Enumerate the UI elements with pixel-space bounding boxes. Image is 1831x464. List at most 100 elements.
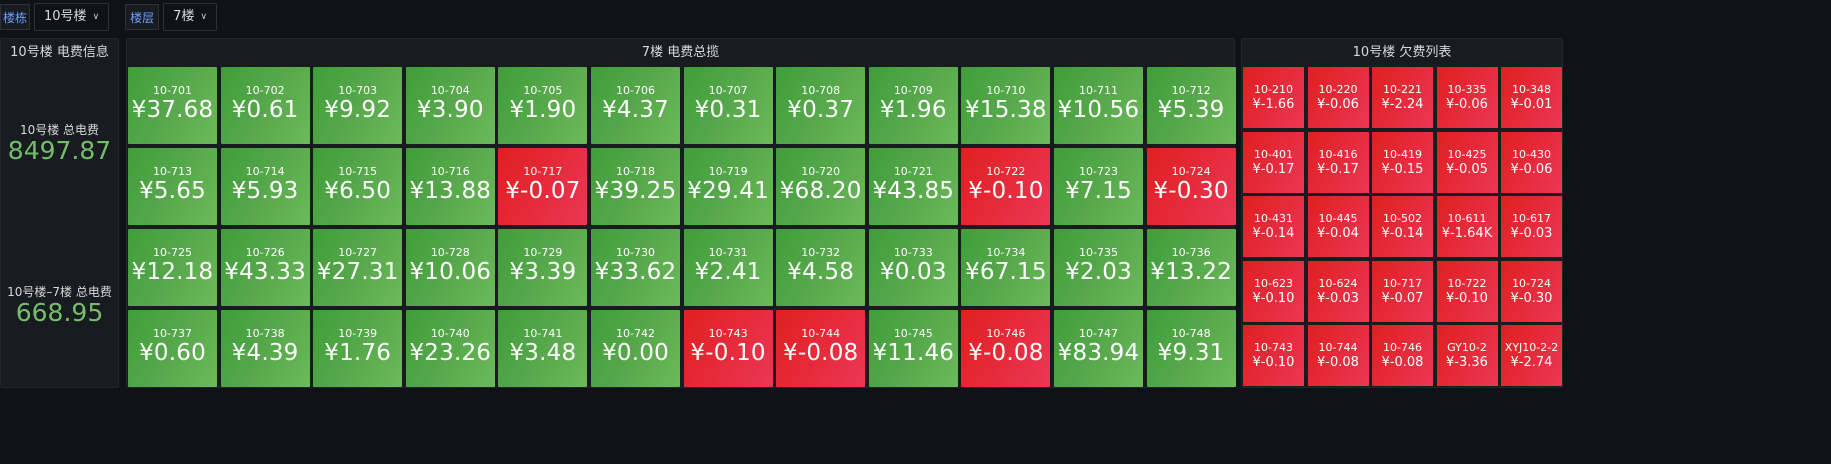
room-tile[interactable]: 10-723 ¥7.15 [1054, 148, 1143, 225]
room-tile[interactable]: 10-748 ¥9.31 [1146, 310, 1236, 387]
room-tile[interactable]: 10-725 ¥12.18 [128, 229, 217, 306]
room-number: 10-210 [1254, 83, 1293, 96]
panel-title[interactable]: 10号楼 电费信息 [1, 39, 118, 65]
room-tile[interactable]: 10-701 ¥37.68 [128, 67, 217, 144]
arrears-tile[interactable]: 10-611 ¥-1.64K [1436, 196, 1498, 257]
building-select[interactable]: 10号楼 ∨ [34, 3, 110, 31]
room-number: 10-727 [338, 246, 378, 259]
arrears-tile[interactable]: XYJ10-2-2 ¥-2.74 [1501, 325, 1562, 386]
room-balance: ¥5.39 [1157, 97, 1225, 123]
room-tile[interactable]: 10-722 ¥-0.10 [961, 148, 1051, 225]
room-tile[interactable]: 10-712 ¥5.39 [1146, 67, 1236, 144]
room-number: 10-701 [153, 84, 192, 97]
room-tile[interactable]: 10-724 ¥-0.30 [1146, 148, 1236, 225]
room-balance: ¥43.33 [224, 259, 306, 285]
room-tile[interactable]: 10-707 ¥0.31 [683, 67, 773, 144]
room-balance: ¥-0.10 [1446, 290, 1488, 306]
arrears-tile[interactable]: 10-425 ¥-0.05 [1436, 131, 1498, 193]
room-tile[interactable]: 10-747 ¥83.94 [1054, 310, 1143, 387]
room-tile[interactable]: 10-734 ¥67.15 [961, 229, 1051, 306]
room-tile[interactable]: 10-716 ¥13.88 [405, 148, 495, 225]
arrears-tile[interactable]: 10-416 ¥-0.17 [1307, 131, 1369, 193]
panel-title[interactable]: 10号楼 欠费列表 [1242, 39, 1562, 65]
room-tile[interactable]: 10-737 ¥0.60 [128, 310, 217, 387]
room-tile[interactable]: 10-709 ¥1.96 [868, 67, 958, 144]
room-tile[interactable]: 10-728 ¥10.06 [405, 229, 495, 306]
room-tile[interactable]: 10-717 ¥-0.07 [498, 148, 588, 225]
room-tile[interactable]: 10-702 ¥0.61 [220, 67, 310, 144]
arrears-tile[interactable]: 10-722 ¥-0.10 [1436, 260, 1498, 322]
room-tile[interactable]: 10-732 ¥4.58 [776, 229, 866, 306]
room-number: 10-705 [523, 84, 563, 97]
arrears-tile[interactable]: 10-746 ¥-0.08 [1372, 325, 1433, 386]
room-number: 10-703 [338, 84, 378, 97]
room-tile[interactable]: 10-720 ¥68.20 [776, 148, 866, 225]
arrears-tile[interactable]: 10-348 ¥-0.01 [1501, 67, 1562, 128]
arrears-tile[interactable]: 10-744 ¥-0.08 [1307, 325, 1369, 386]
room-tile[interactable]: 10-744 ¥-0.08 [776, 310, 866, 387]
room-tile[interactable]: 10-730 ¥33.62 [591, 229, 680, 306]
arrears-tile[interactable]: 10-430 ¥-0.06 [1501, 131, 1562, 193]
arrears-tile[interactable]: 10-724 ¥-0.30 [1501, 260, 1562, 322]
room-tile[interactable]: 10-713 ¥5.65 [128, 148, 217, 225]
arrears-tile[interactable]: 10-617 ¥-0.03 [1501, 196, 1562, 257]
room-balance: ¥9.92 [324, 97, 392, 123]
room-tile[interactable]: 10-703 ¥9.92 [313, 67, 403, 144]
floor-variable-label: 楼层 [125, 4, 160, 30]
room-tile[interactable]: 10-740 ¥23.26 [405, 310, 495, 387]
room-tile[interactable]: 10-705 ¥1.90 [498, 67, 588, 144]
room-tile[interactable]: 10-706 ¥4.37 [591, 67, 680, 144]
room-number: 10-617 [1512, 212, 1551, 225]
arrears-tile[interactable]: 10-419 ¥-0.15 [1372, 131, 1433, 193]
arrears-tile[interactable]: 10-335 ¥-0.06 [1436, 67, 1498, 128]
room-tile[interactable]: 10-743 ¥-0.10 [683, 310, 773, 387]
arrears-tile[interactable]: 10-717 ¥-0.07 [1372, 260, 1433, 322]
arrears-tile[interactable]: 10-623 ¥-0.10 [1243, 260, 1304, 322]
room-tile[interactable]: 10-704 ¥3.90 [405, 67, 495, 144]
room-number: 10-745 [893, 327, 933, 340]
room-tile[interactable]: 10-721 ¥43.85 [868, 148, 958, 225]
room-tile[interactable]: 10-736 ¥13.22 [1146, 229, 1236, 306]
floor-select[interactable]: 7楼 ∨ [163, 3, 218, 31]
room-tile[interactable]: 10-731 ¥2.41 [683, 229, 773, 306]
room-number: 10-726 [245, 246, 285, 259]
room-balance: ¥0.37 [787, 97, 855, 123]
arrears-tile[interactable]: 10-221 ¥-2.24 [1372, 67, 1433, 128]
room-tile[interactable]: 10-714 ¥5.93 [220, 148, 310, 225]
arrears-tile[interactable]: 10-401 ¥-0.17 [1243, 131, 1304, 193]
room-tile[interactable]: 10-711 ¥10.56 [1054, 67, 1143, 144]
room-number: 10-416 [1318, 147, 1358, 161]
arrears-tile[interactable]: 10-445 ¥-0.04 [1307, 196, 1369, 257]
arrears-tile[interactable]: 10-624 ¥-0.03 [1307, 260, 1369, 322]
dashboard-variables: 楼栋 10号楼 ∨ 楼层 7楼 ∨ [0, 3, 233, 31]
building-info-panel: 10号楼 电费信息 10号楼 总电费 8497.87 10号楼–7楼 总电费 6… [0, 38, 119, 388]
room-tile[interactable]: 10-719 ¥29.41 [683, 148, 773, 225]
arrears-tile[interactable]: GY10-2 ¥-3.36 [1436, 325, 1498, 386]
room-balance: ¥-2.74 [1510, 355, 1553, 370]
arrears-tile[interactable]: 10-210 ¥-1.66 [1243, 67, 1304, 128]
room-tile[interactable]: 10-715 ¥6.50 [313, 148, 403, 225]
room-tile[interactable]: 10-710 ¥15.38 [961, 67, 1051, 144]
room-tile[interactable]: 10-726 ¥43.33 [220, 229, 310, 306]
room-number: 10-220 [1318, 83, 1358, 96]
room-tile[interactable]: 10-735 ¥2.03 [1054, 229, 1143, 306]
panel-title[interactable]: 7楼 电费总揽 [127, 39, 1234, 65]
arrears-tile[interactable]: 10-431 ¥-0.14 [1243, 196, 1304, 257]
room-number: 10-719 [708, 165, 748, 178]
arrears-tile[interactable]: 10-502 ¥-0.14 [1372, 196, 1433, 257]
room-tile[interactable]: 10-742 ¥0.00 [591, 310, 680, 387]
room-tile[interactable]: 10-739 ¥1.76 [313, 310, 403, 387]
room-tile[interactable]: 10-727 ¥27.31 [313, 229, 403, 306]
room-tile[interactable]: 10-738 ¥4.39 [220, 310, 310, 387]
room-tile[interactable]: 10-746 ¥-0.08 [961, 310, 1051, 387]
arrears-tile[interactable]: 10-220 ¥-0.06 [1307, 67, 1369, 128]
arrears-tile[interactable]: 10-743 ¥-0.10 [1243, 325, 1304, 386]
room-tile[interactable]: 10-729 ¥3.39 [498, 229, 588, 306]
floor-overview-panel: 7楼 电费总揽 10-701 ¥37.68 10-702 ¥0.61 10-703 ¥9.… [126, 38, 1236, 388]
room-balance: ¥-0.06 [1510, 161, 1553, 177]
room-tile[interactable]: 10-745 ¥11.46 [868, 310, 958, 387]
room-tile[interactable]: 10-718 ¥39.25 [591, 148, 680, 225]
room-tile[interactable]: 10-708 ¥0.37 [776, 67, 866, 144]
room-tile[interactable]: 10-741 ¥3.48 [498, 310, 588, 387]
room-tile[interactable]: 10-733 ¥0.03 [868, 229, 958, 306]
